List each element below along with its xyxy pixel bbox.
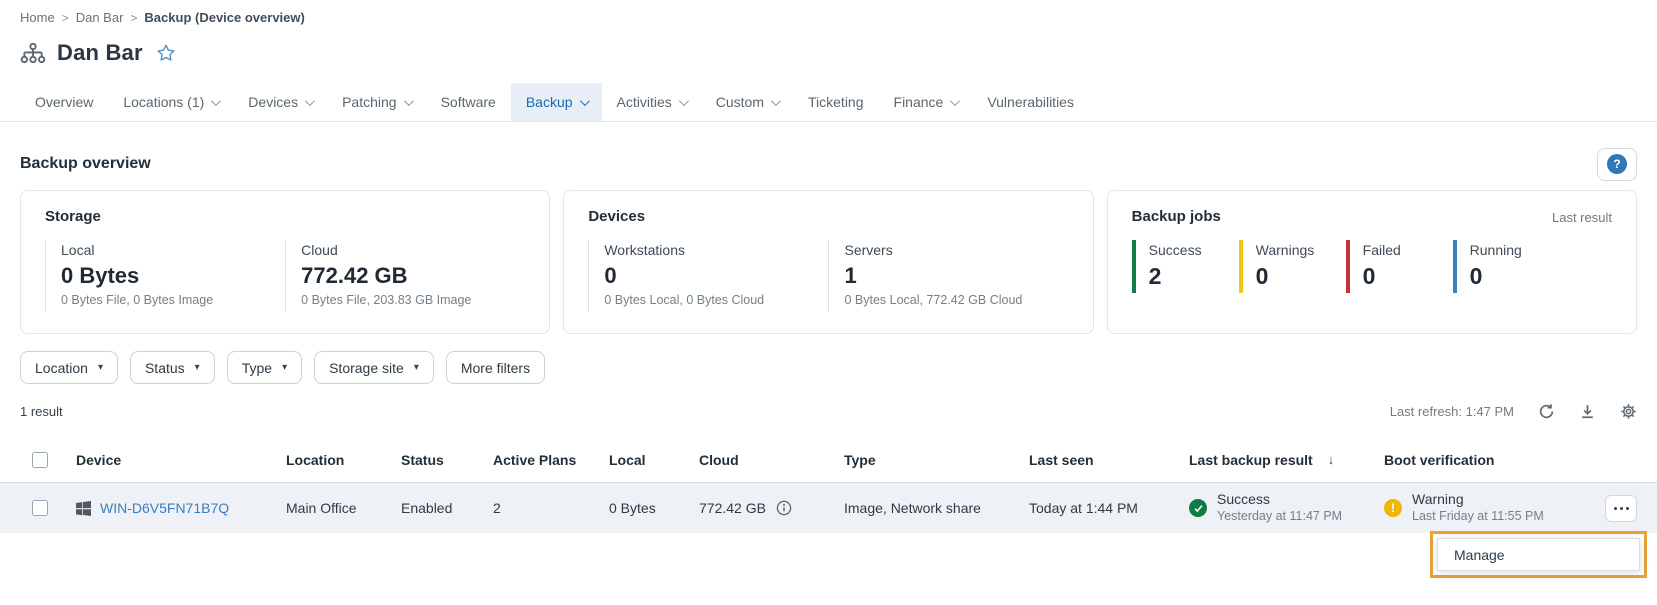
cell-location: Main Office <box>286 500 401 516</box>
download-icon[interactable] <box>1579 403 1596 420</box>
row-actions-menu: Manage <box>1437 538 1640 571</box>
devices-servers-stat: Servers 1 0 Bytes Local, 772.42 GB Cloud <box>828 240 1068 311</box>
boot-verification-status: Warning <box>1412 491 1544 509</box>
jobs-failed-stat: Failed 0 <box>1346 240 1453 293</box>
page-header: Dan Bar <box>0 38 1657 68</box>
breadcrumb: Home > Dan Bar > Backup (Device overview… <box>0 0 1657 25</box>
column-header-local[interactable]: Local <box>609 452 699 468</box>
favorite-star-icon[interactable] <box>156 43 176 63</box>
caret-down-icon: ▾ <box>195 363 200 373</box>
row-checkbox[interactable] <box>32 500 48 516</box>
tab-finance[interactable]: Finance <box>879 83 973 121</box>
more-filters-button[interactable]: More filters <box>446 351 545 384</box>
cell-status: Enabled <box>401 500 493 516</box>
column-header-location[interactable]: Location <box>286 452 401 468</box>
caret-down-icon: ▾ <box>414 363 419 373</box>
tab-devices[interactable]: Devices <box>233 83 327 121</box>
breadcrumb-org[interactable]: Dan Bar <box>76 10 124 25</box>
storage-site-filter-button[interactable]: Storage site ▾ <box>314 351 434 384</box>
tab-bar: Overview Locations (1) Devices Patching … <box>0 83 1657 122</box>
row-actions-ellipsis-button[interactable] <box>1605 495 1637 522</box>
table-row: WIN-D6V5FN71B7Q Main Office Enabled 2 0 … <box>0 483 1657 533</box>
breadcrumb-separator: > <box>130 11 137 25</box>
help-icon: ? <box>1607 154 1627 174</box>
chevron-down-icon <box>771 96 781 106</box>
column-header-last-seen[interactable]: Last seen <box>1029 452 1189 468</box>
column-header-active-plans[interactable]: Active Plans <box>493 452 609 468</box>
column-header-type[interactable]: Type <box>844 452 1029 468</box>
column-header-cloud[interactable]: Cloud <box>699 452 844 468</box>
location-filter-button[interactable]: Location ▾ <box>20 351 118 384</box>
results-count: 1 result <box>20 404 63 419</box>
cell-cloud: 772.42 GB <box>699 500 766 516</box>
column-header-status[interactable]: Status <box>401 452 493 468</box>
card-title: Storage <box>45 208 525 225</box>
tab-vulnerabilities[interactable]: Vulnerabilities <box>972 83 1089 121</box>
device-link[interactable]: WIN-D6V5FN71B7Q <box>100 500 229 516</box>
sort-desc-icon: ↓ <box>1328 452 1335 467</box>
chevron-down-icon <box>305 96 315 106</box>
status-filter-button[interactable]: Status ▾ <box>130 351 215 384</box>
devices-workstations-stat: Workstations 0 0 Bytes Local, 0 Bytes Cl… <box>588 240 828 311</box>
cell-type: Image, Network share <box>844 500 1029 516</box>
section-title: Backup overview <box>20 155 151 173</box>
success-check-icon <box>1189 499 1207 517</box>
annotation-highlight-box: Manage <box>1430 531 1647 578</box>
cell-last-backup-result: Success Yesterday at 11:47 PM <box>1189 491 1384 524</box>
backup-result-time: Yesterday at 11:47 PM <box>1217 509 1342 525</box>
tab-software[interactable]: Software <box>426 83 511 121</box>
breadcrumb-separator: > <box>62 11 69 25</box>
caret-down-icon: ▾ <box>282 363 287 373</box>
card-title: Devices <box>588 208 1068 225</box>
table-header-row: Device Location Status Active Plans Loca… <box>0 437 1657 483</box>
column-header-last-backup-result[interactable]: Last backup result↓ <box>1189 452 1384 468</box>
chevron-down-icon <box>579 96 589 106</box>
column-header-boot-verification[interactable]: Boot verification <box>1384 452 1559 468</box>
tab-ticketing[interactable]: Ticketing <box>793 83 879 121</box>
tab-overview[interactable]: Overview <box>20 83 108 121</box>
boot-verification-time: Last Friday at 11:55 PM <box>1412 509 1544 525</box>
cell-local: 0 Bytes <box>609 500 699 516</box>
organization-icon <box>20 42 46 64</box>
table-settings-gear-icon[interactable] <box>1620 403 1637 420</box>
tab-custom[interactable]: Custom <box>701 83 793 121</box>
page-title: Dan Bar <box>57 40 143 66</box>
chevron-down-icon <box>950 96 960 106</box>
warning-icon: ! <box>1384 499 1402 517</box>
chevron-down-icon <box>404 96 414 106</box>
chevron-down-icon <box>679 96 689 106</box>
breadcrumb-home[interactable]: Home <box>20 10 55 25</box>
breadcrumb-current: Backup (Device overview) <box>144 10 304 25</box>
jobs-running-stat: Running 0 <box>1453 240 1560 293</box>
tab-activities[interactable]: Activities <box>602 83 701 121</box>
card-title: Backup jobs <box>1132 208 1612 225</box>
tab-patching[interactable]: Patching <box>327 83 425 121</box>
caret-down-icon: ▾ <box>98 363 103 373</box>
menu-item-manage[interactable]: Manage <box>1438 547 1639 563</box>
tab-locations[interactable]: Locations (1) <box>108 83 233 121</box>
jobs-success-stat: Success 2 <box>1132 240 1239 293</box>
storage-card: Storage Local 0 Bytes 0 Bytes File, 0 By… <box>20 190 550 334</box>
tab-backup[interactable]: Backup <box>511 83 602 121</box>
last-refresh-label: Last refresh: 1:47 PM <box>1390 404 1514 419</box>
jobs-warnings-stat: Warnings 0 <box>1239 240 1346 293</box>
chevron-down-icon <box>211 96 221 106</box>
column-header-device[interactable]: Device <box>76 452 286 468</box>
windows-icon <box>76 501 91 516</box>
last-result-label: Last result <box>1552 210 1612 225</box>
cell-boot-verification: ! Warning Last Friday at 11:55 PM <box>1384 491 1559 524</box>
help-button[interactable]: ? <box>1597 148 1637 181</box>
backup-jobs-card: Backup jobs Last result Success 2 Warnin… <box>1107 190 1637 334</box>
select-all-checkbox[interactable] <box>32 452 48 468</box>
storage-local-stat: Local 0 Bytes 0 Bytes File, 0 Bytes Imag… <box>45 240 285 311</box>
cell-active-plans: 2 <box>493 500 609 516</box>
info-icon[interactable] <box>776 500 792 516</box>
storage-cloud-stat: Cloud 772.42 GB 0 Bytes File, 203.83 GB … <box>285 240 525 311</box>
type-filter-button[interactable]: Type ▾ <box>227 351 302 384</box>
cell-last-seen: Today at 1:44 PM <box>1029 500 1189 516</box>
refresh-icon[interactable] <box>1538 403 1555 420</box>
devices-card: Devices Workstations 0 0 Bytes Local, 0 … <box>563 190 1093 334</box>
backup-result-status: Success <box>1217 491 1342 509</box>
